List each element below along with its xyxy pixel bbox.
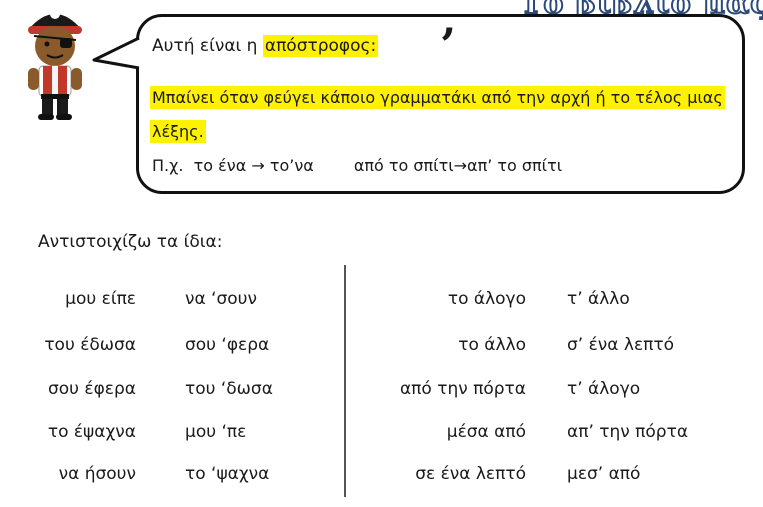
column-divider [344,265,346,497]
example-2: από το σπίτι→απ’ το σπίτι [353,156,563,175]
left-col2-item: μου ‘πε [185,422,247,442]
exercise-instruction: Αντιστοιχίζω τα ίδια: [38,232,223,252]
left-col2-item: να ‘σουν [185,289,258,309]
right-col1-item: από την πόρτα [399,379,526,399]
right-col1-item: το άλογο [447,289,526,309]
left-col1-item: να ήσουν [58,464,136,484]
right-col1-item: το άλλο [458,335,526,355]
apostrophe-symbol: ’ [440,18,457,72]
right-col1-item: σε ένα λεπτό [415,464,526,484]
speech-bubble-tail [92,36,140,70]
examples-line: Π.χ. το ένα → το’να από το σπίτι→απ’ το σ… [152,156,562,175]
right-col1-item: μέσα από [446,422,526,442]
intro-prefix: Αυτή είναι η [152,36,263,56]
left-col2-item: του ‘δωσα [185,379,273,399]
rule-text-highlight: Μπαίνει όταν φεύγει κάποιο γραμματάκι απ… [150,86,725,143]
left-col1-item: σου έφερα [47,379,136,399]
right-col2-item: σ’ ένα λεπτό [567,335,674,355]
pirate-icon [28,9,82,120]
example-1: το ένα → το’να [193,156,314,175]
left-col1-item: το έψαχνα [47,422,136,442]
rule-text: Μπαίνει όταν φεύγει κάποιο γραμματάκι απ… [150,81,730,149]
left-col2-item: το ‘ψαχνα [185,464,270,484]
right-col2-item: τ’ άλογο [567,379,641,399]
left-col1-item: μου είπε [65,289,136,309]
right-col2-item: απ’ την πόρτα [567,422,689,442]
right-col2-item: μεσ’ από [567,464,641,484]
highlighted-term: απόστροφος: [262,35,379,57]
apostrophe-intro: Αυτή είναι η απόστροφος: [152,35,379,57]
example-label: Π.χ. [152,156,184,175]
left-col2-item: σου ‘φερα [185,335,270,355]
right-col2-item: τ’ άλλο [567,289,630,309]
left-col1-item: του έδωσα [44,335,136,355]
